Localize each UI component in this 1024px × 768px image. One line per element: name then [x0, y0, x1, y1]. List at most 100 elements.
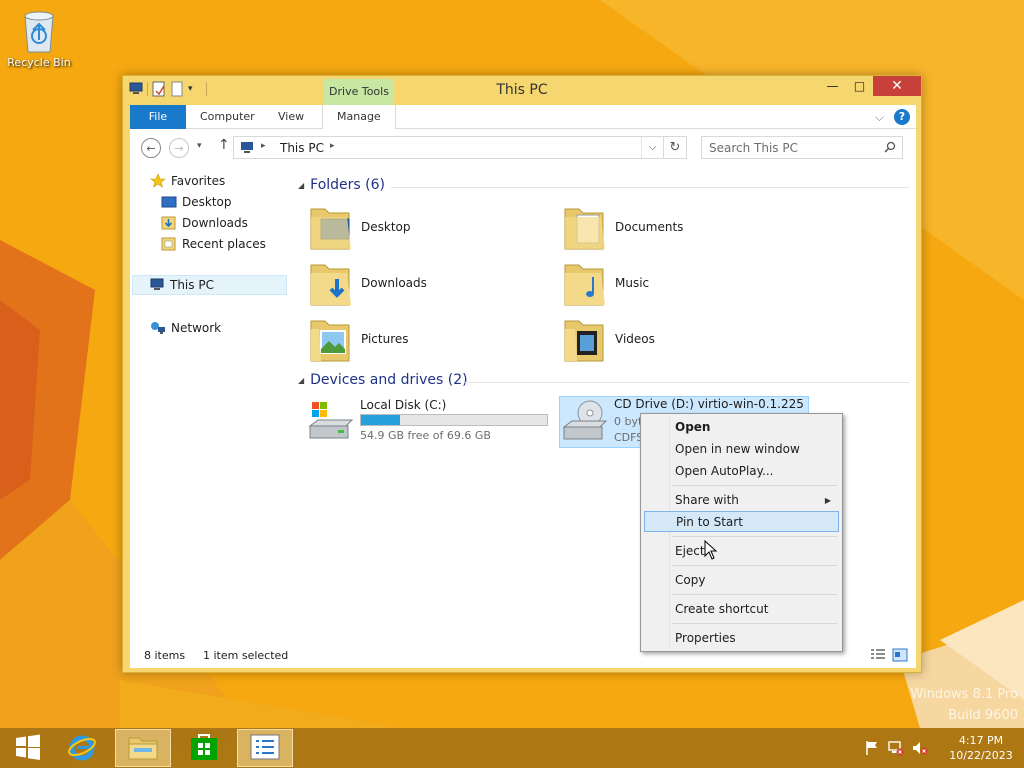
title-bar[interactable]: ▾ Drive Tools This PC — □ ✕ — [123, 76, 921, 106]
folder-pictures[interactable]: Pictures — [309, 313, 549, 365]
recycle-bin-shortcut[interactable]: Recycle Bin — [6, 6, 72, 69]
drive-usage-fill — [361, 415, 401, 425]
menu-separator — [672, 594, 837, 595]
pictures-folder-large-icon — [309, 315, 353, 363]
ribbon-right-controls: ⌵ ? — [875, 109, 910, 125]
drive-free-space: 0 byt — [614, 415, 643, 428]
tab-view[interactable]: View — [264, 105, 318, 129]
system-tray: 4:17 PM 10/22/2023 — [864, 728, 1016, 768]
taskbar-internet-explorer[interactable] — [54, 729, 110, 767]
mouse-cursor-icon — [704, 539, 718, 560]
drive-name: Local Disk (C:) — [360, 398, 447, 412]
action-center-flag-icon[interactable] — [864, 740, 880, 756]
network-icon — [150, 321, 166, 335]
start-button[interactable] — [0, 729, 56, 767]
context-menu: Open Open in new window Open AutoPlay...… — [640, 413, 843, 652]
collapse-triangle-icon[interactable]: ◢ — [298, 181, 304, 190]
breadcrumb-chevron-icon[interactable]: ▸ — [261, 141, 266, 151]
recent-locations-icon[interactable]: ▾ — [197, 141, 202, 151]
folder-videos[interactable]: Videos — [563, 313, 803, 365]
menu-item-label: Share with — [675, 493, 739, 507]
window-controls: — □ ✕ — [819, 76, 921, 96]
watermark-edition: Windows 8.1 Pro — [910, 687, 1018, 702]
desktop-folder-icon — [161, 195, 177, 209]
forward-button[interactable]: → — [169, 138, 189, 158]
breadcrumb-this-pc[interactable]: This PC — [280, 141, 324, 155]
minimize-button[interactable]: — — [819, 76, 846, 96]
menu-item-pin-to-start[interactable]: Pin to Start — [644, 511, 839, 532]
menu-separator — [672, 623, 837, 624]
tiles-view-icon[interactable] — [892, 648, 908, 662]
navigation-pane: Favorites Desktop Downloads Recent place… — [130, 171, 287, 651]
menu-item-open-new-window[interactable]: Open in new window — [644, 439, 839, 460]
downloads-folder-icon — [161, 216, 177, 230]
search-box[interactable] — [701, 136, 903, 159]
taskbar-file-explorer[interactable] — [115, 729, 171, 767]
windows-logo-icon — [15, 734, 41, 763]
up-arrow-icon[interactable]: ↑ — [218, 137, 230, 153]
menu-item-open[interactable]: Open — [644, 417, 839, 438]
taskbar-store[interactable] — [176, 729, 232, 767]
tab-manage[interactable]: Manage — [322, 105, 396, 129]
nav-desktop-label: Desktop — [182, 195, 232, 209]
network-error-icon[interactable] — [888, 740, 904, 756]
tab-file[interactable]: File — [130, 105, 186, 129]
nav-desktop[interactable]: Desktop — [161, 192, 232, 212]
folder-label: Pictures — [361, 332, 409, 346]
folder-label: Downloads — [361, 276, 427, 290]
watermark-build: Build 9600 — [948, 708, 1018, 723]
refresh-button[interactable]: ↻ — [664, 136, 687, 159]
collapse-triangle-icon[interactable]: ◢ — [298, 376, 304, 385]
downloads-folder-large-icon — [309, 259, 353, 307]
group-divider — [391, 187, 909, 188]
back-button[interactable]: ← — [141, 138, 161, 158]
navigation-bar: ← → ▾ ↑ ▸ This PC ▸ ⌵ ↻ — [130, 134, 916, 160]
back-arrow-icon: ← — [146, 141, 156, 155]
nav-network-label: Network — [171, 321, 222, 335]
expand-ribbon-icon[interactable]: ⌵ — [875, 110, 884, 125]
menu-item-copy[interactable]: Copy — [644, 570, 839, 591]
music-folder-large-icon — [563, 259, 607, 307]
close-button[interactable]: ✕ — [873, 76, 921, 96]
nav-recent-places[interactable]: Recent places — [161, 234, 266, 254]
folder-desktop[interactable]: Desktop — [309, 201, 549, 253]
address-dropdown-icon[interactable]: ⌵ — [641, 137, 663, 158]
menu-separator — [672, 536, 837, 537]
breadcrumb-chevron-icon[interactable]: ▸ — [330, 141, 335, 151]
view-switcher — [870, 648, 908, 662]
nav-this-pc[interactable]: This PC — [132, 275, 287, 295]
tab-computer[interactable]: Computer — [186, 105, 269, 129]
menu-item-eject[interactable]: Eject — [644, 541, 839, 562]
nav-this-pc-label: This PC — [170, 278, 214, 292]
menu-item-properties[interactable]: Properties — [644, 628, 839, 649]
folder-documents[interactable]: Documents — [563, 201, 803, 253]
search-icon[interactable] — [884, 141, 896, 153]
search-input[interactable] — [702, 137, 877, 158]
menu-item-share-with[interactable]: Share with ▶ — [644, 490, 839, 511]
taskbar-task-manager[interactable] — [237, 729, 293, 767]
nav-network[interactable]: Network — [150, 318, 221, 338]
details-view-icon[interactable] — [870, 648, 886, 662]
drive-usage-bar — [360, 414, 548, 426]
folder-label: Desktop — [361, 220, 411, 234]
nav-downloads[interactable]: Downloads — [161, 213, 248, 233]
nav-favorites[interactable]: Favorites — [150, 171, 225, 191]
file-explorer-icon — [128, 734, 158, 763]
star-icon — [150, 173, 166, 188]
folder-downloads[interactable]: Downloads — [309, 257, 549, 309]
folders-group-header[interactable]: ◢ Folders (6) — [298, 177, 385, 193]
recycle-bin-icon — [19, 6, 59, 54]
selection-count: 1 item selected — [203, 649, 289, 662]
drive-local-disk-c[interactable]: Local Disk (C:) 54.9 GB free of 69.6 GB — [306, 398, 552, 450]
volume-muted-icon[interactable] — [912, 740, 928, 756]
menu-item-open-autoplay[interactable]: Open AutoPlay... — [644, 461, 839, 482]
taskbar-clock[interactable]: 4:17 PM 10/22/2023 — [946, 733, 1016, 763]
menu-item-create-shortcut[interactable]: Create shortcut — [644, 599, 839, 620]
task-manager-icon — [250, 734, 280, 763]
folder-music[interactable]: Music — [563, 257, 803, 309]
help-icon[interactable]: ? — [894, 109, 910, 125]
address-bar[interactable]: ▸ This PC ▸ ⌵ — [233, 136, 664, 159]
devices-group-header[interactable]: ◢ Devices and drives (2) — [298, 372, 468, 388]
drive-name: CD Drive (D:) virtio-win-0.1.225 — [614, 397, 804, 411]
maximize-button[interactable]: □ — [846, 76, 873, 96]
